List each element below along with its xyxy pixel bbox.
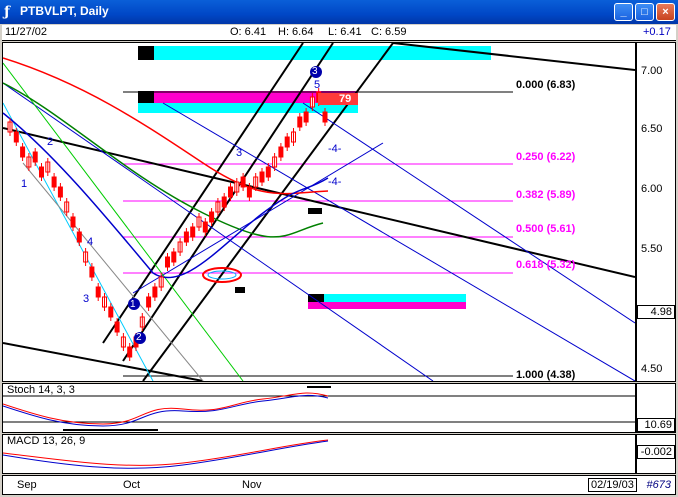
maximize-button[interactable]: □ (635, 3, 654, 21)
window-title: PTBVLPT, Daily (20, 4, 109, 18)
macd-chart (3, 439, 329, 469)
cyan-band-low (308, 294, 466, 302)
band-marker (308, 294, 324, 302)
header-open: O: 6.41 (230, 26, 267, 38)
fib-label: 0.250 (6.22) (516, 151, 576, 163)
month-label: Sep (17, 479, 37, 491)
wave-label: -4- (328, 143, 342, 155)
stoch-axis: 10.69 (636, 383, 676, 433)
wave-label: 2 (47, 136, 54, 148)
price-tick: 4.50 (641, 363, 663, 375)
fib-label: 0.618 (5.32) (516, 259, 576, 271)
price-tick: 5.50 (641, 243, 663, 255)
wave-label: 4 (87, 236, 94, 248)
wave-label: 5 (314, 79, 321, 91)
price-tick: 6.50 (641, 123, 663, 135)
header-low: L: 6.41 (328, 26, 362, 38)
price-tick: 6.00 (641, 183, 663, 195)
wave-label: 3 (236, 147, 243, 159)
month-label: Oct (123, 479, 141, 491)
stoch-value: 10.69 (637, 418, 675, 432)
band-marker (138, 91, 154, 103)
price-axis[interactable]: 7.00 6.50 6.00 5.50 4.98 4.50 (636, 42, 676, 382)
fib-label: 1.000 (4.38) (516, 369, 576, 381)
header-change: +0.17 (643, 26, 671, 38)
header-high: H: 6.64 (278, 26, 314, 38)
date-box: 02/19/03 (588, 478, 637, 492)
current-price-box: 4.98 (637, 305, 675, 319)
header-date: 11/27/02 (5, 26, 48, 38)
fib-label: 0.000 (6.83) (516, 79, 576, 91)
wave-label: 2 (136, 332, 142, 343)
wave-label: -4- (328, 176, 342, 188)
month-label: Nov (242, 479, 262, 491)
minimize-button[interactable]: _ (614, 3, 633, 21)
wave-label: 1 (21, 178, 28, 190)
stoch-chart (3, 386, 635, 431)
window-titlebar[interactable]: ƒ PTBVLPT, Daily _ □ × (0, 0, 678, 24)
flag-value: 79 (339, 93, 352, 105)
quote-header: 11/27/02 O: 6.41 H: 6.64 L: 6.41 C: 6.59… (2, 25, 676, 41)
magenta-band-low (308, 302, 466, 309)
fib-label: 0.382 (5.89) (516, 189, 576, 201)
wave-label: 3 (312, 66, 318, 77)
chart-app-icon: ƒ (4, 4, 11, 20)
time-axis[interactable]: Sep Oct Nov 02/19/03 #673 (2, 475, 676, 495)
macd-value: -0.002 (637, 445, 675, 459)
wave-label: 1 (130, 299, 136, 310)
candlesticks (7, 88, 328, 361)
stoch-pane[interactable]: Stoch 14, 3, 3 (2, 383, 636, 433)
price-pane[interactable]: 1 2 3 5 3 -4- -4- 2 1 4 3 79 0.000 (6.83… (2, 42, 636, 382)
macd-pane[interactable]: MACD 13, 26, 9 (2, 434, 636, 474)
price-chart (3, 43, 635, 381)
price-tick: 7.00 (641, 65, 663, 77)
band-marker (138, 46, 154, 60)
fib-label: 0.500 (5.61) (516, 223, 576, 235)
bar-count: #673 (646, 479, 671, 491)
macd-axis: -0.002 (636, 434, 676, 474)
wave-label: 3 (83, 293, 90, 305)
close-button[interactable]: × (656, 3, 675, 21)
header-close: C: 6.59 (371, 26, 407, 38)
